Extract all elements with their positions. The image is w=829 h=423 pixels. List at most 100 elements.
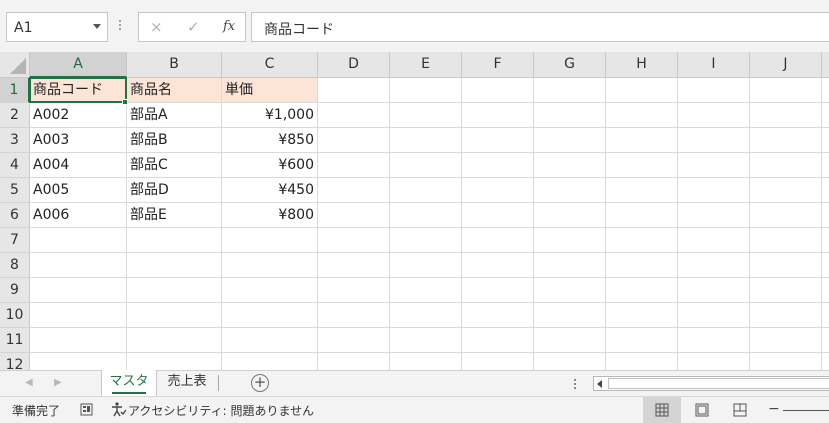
cell-b11[interactable] bbox=[127, 328, 222, 353]
cell-f5[interactable] bbox=[462, 178, 534, 203]
row-header-8[interactable]: 8 bbox=[0, 253, 30, 278]
cell-j2[interactable] bbox=[750, 103, 822, 128]
cell-h8[interactable] bbox=[606, 253, 678, 278]
cell-a9[interactable] bbox=[30, 278, 127, 303]
column-header-a[interactable]: A bbox=[30, 52, 127, 78]
column-header-h[interactable]: H bbox=[606, 52, 678, 78]
column-header-i[interactable]: I bbox=[678, 52, 750, 78]
cell-c7[interactable] bbox=[222, 228, 318, 253]
cell-g9[interactable] bbox=[534, 278, 606, 303]
cell-e7[interactable] bbox=[390, 228, 462, 253]
normal-view-button[interactable] bbox=[643, 397, 681, 423]
cell-k3[interactable] bbox=[822, 128, 829, 153]
name-box-value[interactable]: A1 bbox=[14, 20, 32, 36]
cell-j10[interactable] bbox=[750, 303, 822, 328]
cell-i2[interactable] bbox=[678, 103, 750, 128]
cell-d6[interactable] bbox=[318, 203, 390, 228]
cell-c3[interactable]: ¥850 bbox=[222, 128, 318, 153]
cell-c5[interactable]: ¥450 bbox=[222, 178, 318, 203]
column-header-g[interactable]: G bbox=[534, 52, 606, 78]
cell-h1[interactable] bbox=[606, 78, 678, 103]
cell-g10[interactable] bbox=[534, 303, 606, 328]
formula-input-value[interactable]: 商品コード bbox=[264, 19, 334, 39]
cell-a11[interactable] bbox=[30, 328, 127, 353]
accessibility-icon[interactable] bbox=[109, 401, 127, 422]
name-box[interactable]: A1 bbox=[6, 12, 108, 42]
cell-k10[interactable] bbox=[822, 303, 829, 328]
zoom-out-button[interactable]: − bbox=[768, 401, 780, 417]
cell-j6[interactable] bbox=[750, 203, 822, 228]
cell-f11[interactable] bbox=[462, 328, 534, 353]
cell-e2[interactable] bbox=[390, 103, 462, 128]
cell-i4[interactable] bbox=[678, 153, 750, 178]
select-all-corner[interactable] bbox=[0, 52, 30, 78]
cell-j11[interactable] bbox=[750, 328, 822, 353]
column-header-k[interactable] bbox=[822, 52, 829, 78]
cell-f6[interactable] bbox=[462, 203, 534, 228]
cell-f2[interactable] bbox=[462, 103, 534, 128]
cell-e4[interactable] bbox=[390, 153, 462, 178]
scrollbar-thumb[interactable] bbox=[608, 378, 829, 389]
cell-g2[interactable] bbox=[534, 103, 606, 128]
accessibility-status[interactable]: アクセシビリティ: 問題ありません bbox=[128, 402, 314, 419]
cell-k2[interactable] bbox=[822, 103, 829, 128]
cell-f7[interactable] bbox=[462, 228, 534, 253]
row-header-4[interactable]: 4 bbox=[0, 153, 30, 178]
cell-d8[interactable] bbox=[318, 253, 390, 278]
row-header-7[interactable]: 7 bbox=[0, 228, 30, 253]
cell-d10[interactable] bbox=[318, 303, 390, 328]
cell-d3[interactable] bbox=[318, 128, 390, 153]
formula-input[interactable]: 商品コード bbox=[251, 12, 829, 42]
cell-d4[interactable] bbox=[318, 153, 390, 178]
cell-a6[interactable]: A006 bbox=[30, 203, 127, 228]
tab-splitter-grip[interactable] bbox=[573, 377, 577, 391]
page-break-view-button[interactable] bbox=[721, 397, 759, 423]
cell-i5[interactable] bbox=[678, 178, 750, 203]
cell-a12[interactable] bbox=[30, 353, 127, 370]
cell-g1[interactable] bbox=[534, 78, 606, 103]
cell-f10[interactable] bbox=[462, 303, 534, 328]
column-header-f[interactable]: F bbox=[462, 52, 534, 78]
fill-handle[interactable] bbox=[122, 99, 128, 105]
cell-c9[interactable] bbox=[222, 278, 318, 303]
cancel-icon[interactable]: × bbox=[150, 18, 163, 36]
cell-j8[interactable] bbox=[750, 253, 822, 278]
cell-f12[interactable] bbox=[462, 353, 534, 370]
enter-icon[interactable]: ✓ bbox=[187, 18, 200, 36]
cell-a10[interactable] bbox=[30, 303, 127, 328]
cell-a4[interactable]: A004 bbox=[30, 153, 127, 178]
cell-b1[interactable]: 商品名 bbox=[127, 78, 222, 103]
cell-b4[interactable]: 部品C bbox=[127, 153, 222, 178]
cell-a8[interactable] bbox=[30, 253, 127, 278]
cell-a3[interactable]: A003 bbox=[30, 128, 127, 153]
name-box-dropdown-icon[interactable] bbox=[93, 24, 101, 29]
column-header-b[interactable]: B bbox=[127, 52, 222, 78]
cell-e12[interactable] bbox=[390, 353, 462, 370]
cell-g6[interactable] bbox=[534, 203, 606, 228]
worksheet-grid[interactable]: A B C D E F G H I J 1 2 3 4 5 6 7 8 9 10… bbox=[0, 52, 829, 370]
sheet-tab-master[interactable]: マスタ bbox=[101, 370, 157, 396]
cell-j5[interactable] bbox=[750, 178, 822, 203]
zoom-slider[interactable] bbox=[783, 410, 829, 411]
formula-bar-grip[interactable] bbox=[118, 18, 122, 34]
row-header-9[interactable]: 9 bbox=[0, 278, 30, 303]
row-header-5[interactable]: 5 bbox=[0, 178, 30, 203]
cell-g7[interactable] bbox=[534, 228, 606, 253]
cell-c8[interactable] bbox=[222, 253, 318, 278]
cell-a7[interactable] bbox=[30, 228, 127, 253]
horizontal-scrollbar[interactable] bbox=[593, 376, 829, 391]
cell-e1[interactable] bbox=[390, 78, 462, 103]
cell-i12[interactable] bbox=[678, 353, 750, 370]
cell-j3[interactable] bbox=[750, 128, 822, 153]
cell-g5[interactable] bbox=[534, 178, 606, 203]
column-header-d[interactable]: D bbox=[318, 52, 390, 78]
cell-k5[interactable] bbox=[822, 178, 829, 203]
cell-b7[interactable] bbox=[127, 228, 222, 253]
cell-h3[interactable] bbox=[606, 128, 678, 153]
cell-c12[interactable] bbox=[222, 353, 318, 370]
cell-a1[interactable]: 商品コード bbox=[30, 78, 127, 103]
cell-d2[interactable] bbox=[318, 103, 390, 128]
cell-b6[interactable]: 部品E bbox=[127, 203, 222, 228]
scroll-tabs-left-icon[interactable]: ◀ bbox=[25, 377, 33, 388]
cell-k9[interactable] bbox=[822, 278, 829, 303]
